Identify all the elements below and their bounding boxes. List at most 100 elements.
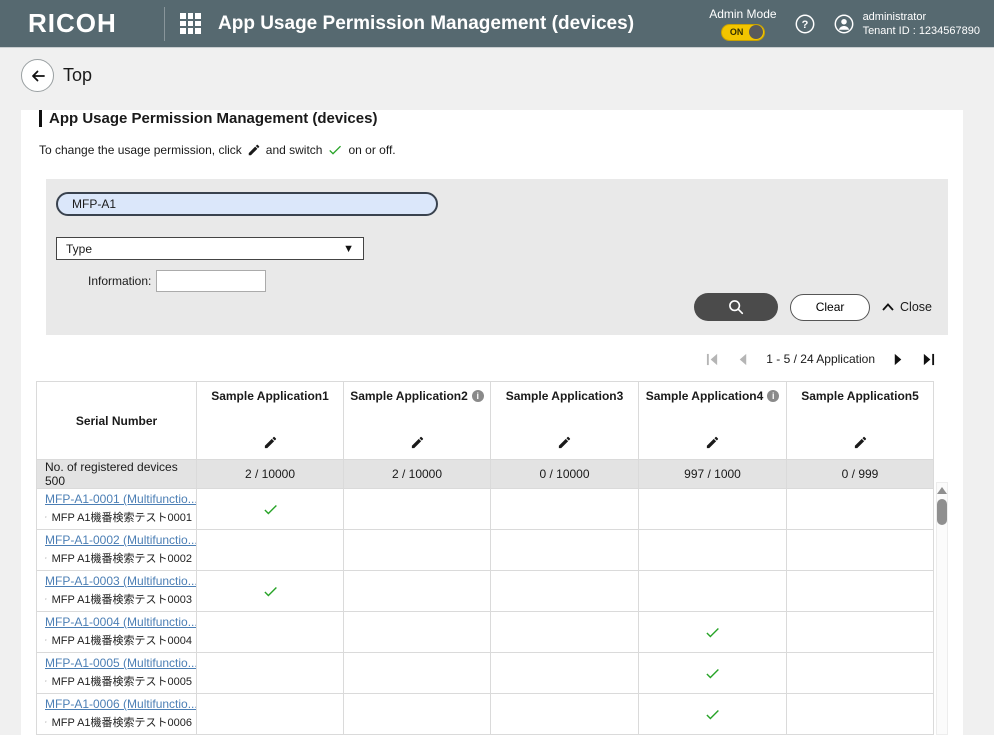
- header-divider: [164, 7, 165, 41]
- permission-check-icon[interactable]: [262, 501, 279, 518]
- permission-check-icon[interactable]: [262, 583, 279, 600]
- permission-cell[interactable]: [787, 653, 934, 694]
- registered-count: 997 / 1000: [639, 460, 787, 489]
- serial-cell: MFP-A1-0003 (Multifunctio... MFP A1機番検索テ…: [37, 571, 197, 612]
- permission-cell[interactable]: [491, 653, 639, 694]
- app-grid-menu-icon[interactable]: [180, 13, 201, 34]
- permission-cell[interactable]: [639, 653, 787, 694]
- edit-pencil-icon[interactable]: [557, 435, 572, 450]
- information-label: Information:: [88, 274, 151, 288]
- permission-cell[interactable]: [344, 653, 491, 694]
- back-button[interactable]: [21, 59, 54, 92]
- serial-cell: MFP-A1-0005 (Multifunctio... MFP A1機番検索テ…: [37, 653, 197, 694]
- scrollbar-thumb[interactable]: [937, 499, 947, 525]
- note-icon: [45, 593, 47, 605]
- search-panel: Type ▼ Information: Clear Close: [46, 179, 948, 335]
- edit-pencil-icon[interactable]: [410, 435, 425, 450]
- device-link[interactable]: MFP-A1-0001 (Multifunctio...: [45, 492, 197, 506]
- edit-pencil-icon[interactable]: [263, 435, 278, 450]
- user-avatar-icon[interactable]: [833, 13, 855, 35]
- permission-cell[interactable]: [197, 530, 344, 571]
- back-arrow-icon: [29, 67, 47, 85]
- permission-cell[interactable]: [491, 612, 639, 653]
- permission-cell[interactable]: [787, 612, 934, 653]
- note-icon: [45, 675, 47, 687]
- permission-check-icon[interactable]: [704, 624, 721, 641]
- back-label[interactable]: Top: [63, 65, 92, 86]
- permission-cell[interactable]: [639, 612, 787, 653]
- edit-pencil-icon[interactable]: [853, 435, 868, 450]
- admin-mode-label: Admin Mode: [709, 7, 776, 21]
- user-name: administrator: [863, 10, 980, 24]
- note-icon: [45, 511, 47, 523]
- serial-cell: MFP-A1-0002 (Multifunctio... MFP A1機番検索テ…: [37, 530, 197, 571]
- clear-button[interactable]: Clear: [790, 294, 870, 321]
- prev-page-icon[interactable]: [736, 353, 749, 366]
- serial-number-header: Serial Number: [37, 382, 197, 460]
- permission-cell[interactable]: [344, 612, 491, 653]
- pagination: 1 - 5 / 24 Application: [36, 349, 948, 369]
- toggle-knob: [749, 25, 763, 39]
- app-name: Sample Application5: [801, 389, 919, 403]
- device-link[interactable]: MFP-A1-0006 (Multifunctio...: [45, 697, 197, 711]
- device-note: MFP A1機番検索テスト0001: [52, 509, 192, 525]
- permission-cell[interactable]: [639, 694, 787, 735]
- permission-cell[interactable]: [344, 571, 491, 612]
- permission-cell[interactable]: [344, 694, 491, 735]
- device-note: MFP A1機番検索テスト0005: [52, 673, 192, 689]
- permission-cell[interactable]: [639, 489, 787, 530]
- permission-cell[interactable]: [197, 571, 344, 612]
- app-name: Sample Application2: [350, 389, 468, 403]
- device-link[interactable]: MFP-A1-0004 (Multifunctio...: [45, 615, 197, 629]
- tenant-id: Tenant ID : 1234567890: [863, 24, 980, 38]
- permission-cell[interactable]: [787, 530, 934, 571]
- next-page-icon[interactable]: [892, 353, 905, 366]
- last-page-icon[interactable]: [922, 353, 935, 366]
- search-button[interactable]: [694, 293, 778, 321]
- permission-cell[interactable]: [197, 694, 344, 735]
- permission-cell[interactable]: [491, 530, 639, 571]
- note-icon: [45, 634, 47, 646]
- permission-cell[interactable]: [491, 489, 639, 530]
- device-link[interactable]: MFP-A1-0002 (Multifunctio...: [45, 533, 197, 547]
- permission-cell[interactable]: [787, 489, 934, 530]
- keyword-input[interactable]: [56, 192, 438, 216]
- permission-check-icon[interactable]: [704, 665, 721, 682]
- info-icon[interactable]: i: [472, 390, 484, 402]
- table-row: MFP-A1-0005 (Multifunctio... MFP A1機番検索テ…: [37, 653, 934, 694]
- close-panel-link[interactable]: Close: [882, 300, 932, 314]
- permission-cell[interactable]: [197, 653, 344, 694]
- search-icon: [727, 298, 745, 316]
- table-header-row: Serial Number Sample Application1 i Samp…: [37, 382, 934, 460]
- permission-cell[interactable]: [197, 489, 344, 530]
- permission-cell[interactable]: [491, 694, 639, 735]
- permission-cell[interactable]: [491, 571, 639, 612]
- app-column-header: Sample Application2 i: [344, 382, 491, 460]
- registered-devices-row: No. of registered devices 500 2 / 100002…: [37, 460, 934, 489]
- help-icon[interactable]: ?: [794, 13, 816, 35]
- scrollbar-track[interactable]: [936, 482, 948, 735]
- page-title: App Usage Permission Management (devices…: [39, 110, 948, 127]
- pagination-text: 1 - 5 / 24 Application: [766, 352, 875, 366]
- edit-pencil-icon[interactable]: [705, 435, 720, 450]
- chevron-up-icon: [882, 303, 894, 311]
- type-dropdown[interactable]: Type ▼: [56, 237, 364, 260]
- permission-check-icon[interactable]: [704, 706, 721, 723]
- permission-cell[interactable]: [787, 694, 934, 735]
- first-page-icon[interactable]: [706, 353, 719, 366]
- information-input[interactable]: [156, 270, 266, 292]
- pencil-icon: [247, 143, 261, 157]
- note-icon: [45, 552, 47, 564]
- permission-cell[interactable]: [639, 571, 787, 612]
- permission-cell[interactable]: [197, 612, 344, 653]
- serial-cell: MFP-A1-0004 (Multifunctio... MFP A1機番検索テ…: [37, 612, 197, 653]
- device-link[interactable]: MFP-A1-0003 (Multifunctio...: [45, 574, 197, 588]
- device-link[interactable]: MFP-A1-0005 (Multifunctio...: [45, 656, 197, 670]
- permission-cell[interactable]: [787, 571, 934, 612]
- permission-cell[interactable]: [344, 489, 491, 530]
- admin-mode-toggle[interactable]: ON: [721, 24, 765, 41]
- info-icon[interactable]: i: [767, 390, 779, 402]
- scroll-up-arrow-icon[interactable]: [937, 487, 947, 494]
- permission-cell[interactable]: [344, 530, 491, 571]
- permission-cell[interactable]: [639, 530, 787, 571]
